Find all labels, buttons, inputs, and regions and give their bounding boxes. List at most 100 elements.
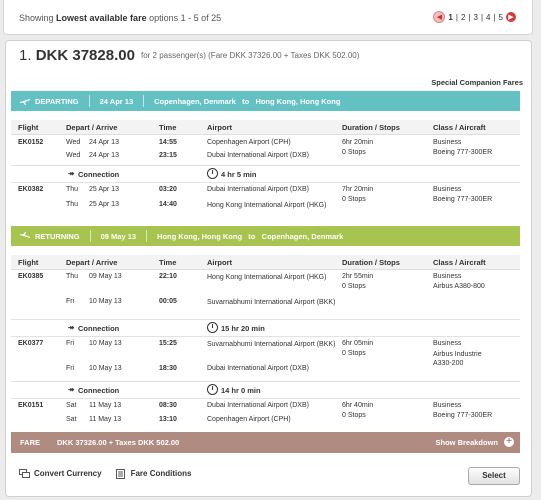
dep-time: 22:10 <box>159 273 177 280</box>
aircraft: Airbus Industrie A330-200 <box>433 351 482 367</box>
arr-time: 13:10 <box>159 416 177 423</box>
duration: 2hr 55min <box>342 273 374 280</box>
show-breakdown-link[interactable]: Show Breakdown <box>435 438 498 447</box>
arr-day: Sat <box>66 416 77 423</box>
page-1[interactable]: 1 <box>448 13 452 22</box>
stops: 0 Stops <box>342 149 366 156</box>
aircraft: Boeing 777-300ER <box>433 149 493 156</box>
band-divider <box>88 95 90 107</box>
arr-time: 14:40 <box>159 201 177 208</box>
flight-row: EK0385 Thu 09 May 13 22:10 Hong Kong Int… <box>11 273 520 323</box>
fare-conditions-link[interactable]: Fare Conditions <box>131 469 192 478</box>
card-footer: Convert Currency Fare Conditions <box>19 469 192 479</box>
arr-airport: Hong Kong International Airport (HKG) <box>207 202 327 209</box>
page-sep: | <box>493 12 496 22</box>
row-divider <box>11 182 520 183</box>
cabin-class: Business <box>433 139 462 146</box>
route-to-word: to <box>248 231 256 241</box>
aircraft: Airbus A380-800 <box>433 283 485 290</box>
stops: 0 Stops <box>342 412 366 419</box>
row-divider <box>11 381 520 382</box>
dep-time: 03:20 <box>159 186 177 193</box>
stops: 0 Stops <box>342 350 366 357</box>
arr-airport: Copenhagen Airport (CPH) <box>207 416 291 423</box>
col-time: Time <box>159 123 177 132</box>
summary-prefix: Showing <box>19 13 57 23</box>
fare-label: FARE <box>20 438 41 447</box>
dep-airport: Suvarnabhumi International Airport (BKK) <box>207 341 336 348</box>
dep-time: 15:25 <box>159 340 177 347</box>
summary-sort: Lowest available fare <box>56 13 147 23</box>
flight-number: EK0151 <box>18 402 44 409</box>
col-airport: Airport <box>207 258 232 267</box>
summary-count: options 1 - 5 of 25 <box>146 13 222 23</box>
row-divider <box>11 165 520 166</box>
dep-airport: Dubai International Airport (DXB) <box>207 186 309 193</box>
connection-arrow-icon: ↠ <box>68 385 75 394</box>
connection-duration: 14 hr 0 min <box>221 386 261 395</box>
pagination: ◀ 1 | 2 | 3 | 4 | 5 ▶ <box>433 11 516 23</box>
connection-label: Connection <box>78 386 120 395</box>
col-duration: Duration / Stops <box>342 258 400 267</box>
arr-time: 23:15 <box>159 152 177 159</box>
departing-band: DEPARTING 24 Apr 13 Copenhagen, Denmark … <box>11 91 520 111</box>
departing-origin: Copenhagen, Denmark <box>154 96 236 106</box>
dep-airport: Dubai International Airport (DXB) <box>207 402 309 409</box>
dep-day: Wed <box>66 139 81 146</box>
flight-row: EK0377 Fri 10 May 13 15:25 Suvarnabhumi … <box>11 340 520 385</box>
results-header: Showing Lowest available fare options 1 … <box>0 0 541 38</box>
arr-date: 10 May 13 <box>89 298 122 305</box>
band-divider <box>89 230 91 242</box>
fare-option-card: 1. DKK 37828.00 for 2 passenger(s) (Fare… <box>5 40 532 497</box>
col-class: Class / Aircraft <box>433 123 486 132</box>
col-flight: Flight <box>18 258 39 267</box>
connection-duration: 4 hr 5 min <box>221 170 257 179</box>
total-price: DKK 37828.00 <box>35 47 135 64</box>
page-2[interactable]: 2 <box>461 13 465 22</box>
connection-arrow-icon: ↠ <box>68 323 75 332</box>
document-icon <box>115 469 127 479</box>
plane-depart-icon <box>19 95 31 107</box>
dep-airport: Hong Kong International Airport (HKG) <box>207 274 327 281</box>
next-page-icon[interactable]: ▶ <box>506 12 516 22</box>
dep-date: 09 May 13 <box>89 273 122 280</box>
dep-date: 10 May 13 <box>89 340 122 347</box>
arr-day: Fri <box>66 298 75 305</box>
aircraft: Boeing 777-300ER <box>433 196 493 203</box>
arr-date: 11 May 13 <box>89 416 122 423</box>
band-divider <box>146 230 148 242</box>
dep-day: Sat <box>66 402 77 409</box>
returning-date: 09 May 13 <box>100 231 137 241</box>
dep-day: Fri <box>66 340 75 347</box>
cabin-class: Business <box>433 340 462 347</box>
connection-duration: 15 hr 20 min <box>221 324 265 333</box>
results-summary-card: Showing Lowest available fare options 1 … <box>3 0 533 35</box>
returning-destination: Copenhagen, Denmark <box>261 231 344 241</box>
dep-time: 14:55 <box>159 139 177 146</box>
departing-destination: Hong Kong, Hong Kong <box>255 96 341 106</box>
plane-return-icon <box>19 230 31 242</box>
prev-page-icon[interactable]: ◀ <box>433 11 446 23</box>
duration: 6hr 05min <box>342 340 374 347</box>
page-5[interactable]: 5 <box>499 13 503 22</box>
arr-day: Fri <box>66 365 75 372</box>
page-4[interactable]: 4 <box>486 13 490 22</box>
band-divider <box>143 95 145 107</box>
expand-plus-icon[interactable]: + <box>504 437 514 447</box>
col-duration: Duration / Stops <box>342 123 400 132</box>
arr-airport: Dubai International Airport (DXB) <box>207 365 309 372</box>
duration: 7hr 20min <box>342 186 374 193</box>
connection-arrow-icon: ↠ <box>68 169 75 178</box>
companion-fares-label: Special Companion Fares <box>431 78 523 87</box>
select-button[interactable]: Select <box>468 467 520 485</box>
returning-origin: Hong Kong, Hong Kong <box>157 231 243 241</box>
flight-row: EK0151 Sat 11 May 13 08:30 Dubai Interna… <box>11 402 520 428</box>
cabin-class: Business <box>433 273 462 280</box>
results-summary: Showing Lowest available fare options 1 … <box>19 13 221 23</box>
convert-currency-link[interactable]: Convert Currency <box>34 469 102 478</box>
aircraft: Boeing 777-300ER <box>433 412 493 419</box>
arr-airport: Dubai International Airport (DXB) <box>207 152 309 159</box>
fare-price: 1. DKK 37828.00 <box>19 47 135 64</box>
page-3[interactable]: 3 <box>473 13 477 22</box>
dep-date: 11 May 13 <box>89 402 122 409</box>
